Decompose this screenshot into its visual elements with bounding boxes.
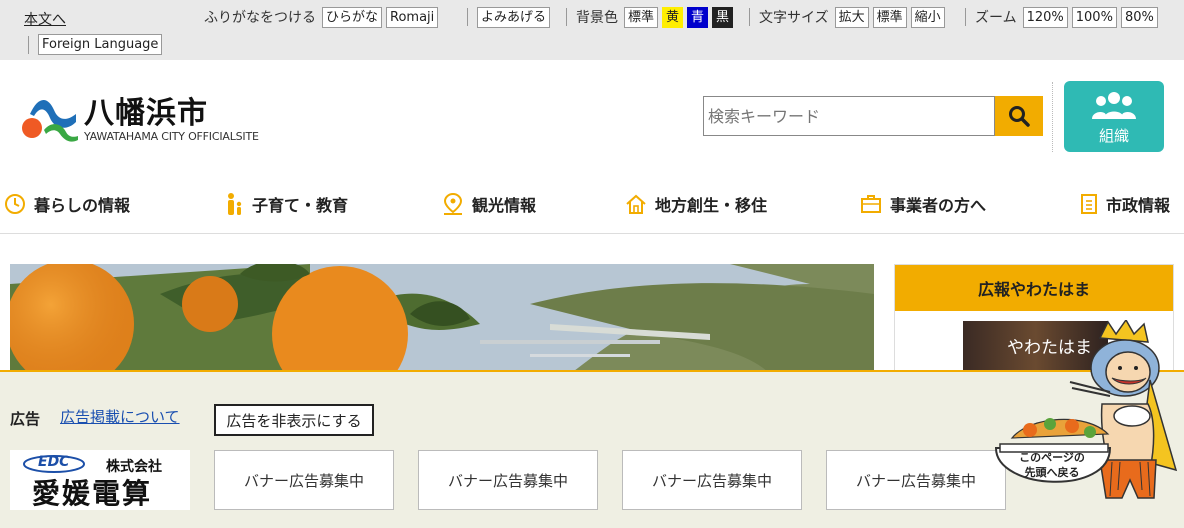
nav-item-business[interactable]: 事業者の方へ [860, 192, 986, 216]
foreign-language-row: Foreign Language [28, 34, 166, 55]
zoom-100-button[interactable]: 100% [1071, 6, 1117, 28]
briefcase-icon [861, 195, 881, 213]
divider [566, 8, 567, 26]
furigana-group: ふりがなをつける ひらがな Romaji [204, 6, 442, 28]
nav-item-relocation[interactable]: 地方創生・移住 [625, 192, 767, 216]
text-standard-button[interactable]: 標準 [872, 6, 907, 28]
zoom-label: ズーム [975, 10, 1017, 26]
back-to-top-line1: このページの [1019, 451, 1085, 464]
foreign-language-button[interactable]: Foreign Language [38, 34, 163, 55]
clock-icon [5, 194, 25, 214]
citrus-harbor-photo [10, 264, 874, 374]
bg-blue-button[interactable]: 青 [687, 6, 709, 28]
sponsor-logo-mark: EDC [38, 454, 70, 470]
hero-image [10, 264, 874, 374]
nav-item-label: 地方創生・移住 [655, 196, 768, 215]
nav-item-label: 市政情報 [1106, 196, 1171, 215]
search-input[interactable] [703, 96, 995, 136]
nav-item-living[interactable]: 暮らしの情報 [4, 192, 130, 216]
back-to-top-label[interactable]: このページの 先頭へ戻る [1014, 450, 1090, 480]
hide-ads-button[interactable]: 広告を非表示にする [214, 404, 374, 436]
banner-ad-slot[interactable]: バナー広告募集中 [826, 450, 1006, 510]
zoom-80-button[interactable]: 80% [1120, 6, 1158, 28]
text-size-group: 文字サイズ 拡大 標準 縮小 [759, 6, 949, 28]
back-to-top-button[interactable] [990, 318, 1180, 528]
bg-black-button[interactable]: 黒 [712, 6, 734, 28]
organization-label: 組織 [1098, 127, 1129, 145]
header-divider [1052, 82, 1053, 152]
zoom-group: ズーム 120% 100% 80% [975, 6, 1162, 28]
banner-ad-slot[interactable]: バナー広告募集中 [214, 450, 394, 510]
divider [467, 8, 468, 26]
nav-item-city-admin[interactable]: 市政情報 [1080, 192, 1170, 216]
text-smaller-button[interactable]: 縮小 [910, 6, 945, 28]
furigana-label: ふりがなをつける [204, 10, 316, 26]
ad-info-link[interactable]: 広告掲載について [60, 406, 180, 427]
divider [749, 8, 750, 26]
accessibility-toolbar: 本文へ ふりがなをつける ひらがな Romaji よみあげる 背景色 標準 黄 … [0, 0, 1184, 60]
document-icon [1081, 194, 1097, 214]
search-button[interactable] [995, 96, 1043, 136]
divider [965, 8, 966, 26]
people-group-icon [1092, 92, 1136, 119]
bg-color-label: 背景色 [576, 10, 618, 26]
nav-item-label: 事業者の方へ [890, 196, 987, 215]
mascot-character-icon [994, 318, 1178, 499]
toolbar-row: 本文へ ふりがなをつける ひらがな Romaji よみあげる 背景色 標準 黄 … [0, 6, 1184, 28]
sponsor-company-name: 愛媛電算 [32, 477, 153, 510]
ad-label: 広告 [10, 410, 41, 428]
hiragana-button[interactable]: ひらがな [322, 6, 383, 28]
city-emblem-icon [22, 99, 78, 142]
read-aloud-group: よみあげる [477, 6, 554, 28]
nav-item-label: 暮らしの情報 [34, 196, 131, 215]
organization-button[interactable]: 組織 [1064, 81, 1164, 152]
romaji-button[interactable]: Romaji [386, 6, 439, 28]
zoom-120-button[interactable]: 120% [1022, 6, 1068, 28]
house-icon [626, 194, 646, 214]
search-form [703, 96, 1043, 136]
global-nav: 暮らしの情報 子育て・教育 観光情報 地方創生・移住 事業者の方へ 市政情報 [0, 184, 1184, 234]
text-bigger-button[interactable]: 拡大 [834, 6, 869, 28]
read-aloud-button[interactable]: よみあげる [477, 6, 551, 28]
nav-item-label: 子育て・教育 [252, 196, 349, 215]
back-to-top-line2: 先頭へ戻る [1024, 466, 1080, 479]
banner-ad-slot[interactable]: バナー広告募集中 [622, 450, 802, 510]
search-icon [1009, 106, 1030, 127]
bg-standard-button[interactable]: 標準 [624, 6, 659, 28]
nav-item-tourism[interactable]: 観光情報 [442, 192, 536, 216]
nav-item-childcare[interactable]: 子育て・教育 [224, 192, 348, 216]
nav-item-label: 観光情報 [472, 196, 537, 215]
site-subtitle: YAWATAHAMA CITY OFFICIALSITE [84, 130, 259, 143]
site-logo[interactable]: 八幡浜市 YAWATAHAMA CITY OFFICIALSITE [22, 90, 282, 146]
site-title: 八幡浜市 [84, 96, 208, 131]
parent-child-icon [228, 193, 242, 215]
pr-magazine-heading: 広報やわたはま [895, 265, 1173, 311]
background-color-group: 背景色 標準 黄 青 黒 [576, 6, 737, 28]
bg-yellow-button[interactable]: 黄 [662, 6, 684, 28]
banner-ad-slot[interactable]: バナー広告募集中 [418, 450, 598, 510]
sponsor-banner-ehime-densan[interactable]: EDC 株式会社 愛媛電算 [10, 450, 190, 510]
skip-to-content-link[interactable]: 本文へ [24, 9, 66, 29]
text-size-label: 文字サイズ [759, 10, 829, 26]
divider [28, 35, 29, 54]
map-pin-icon [443, 192, 463, 215]
